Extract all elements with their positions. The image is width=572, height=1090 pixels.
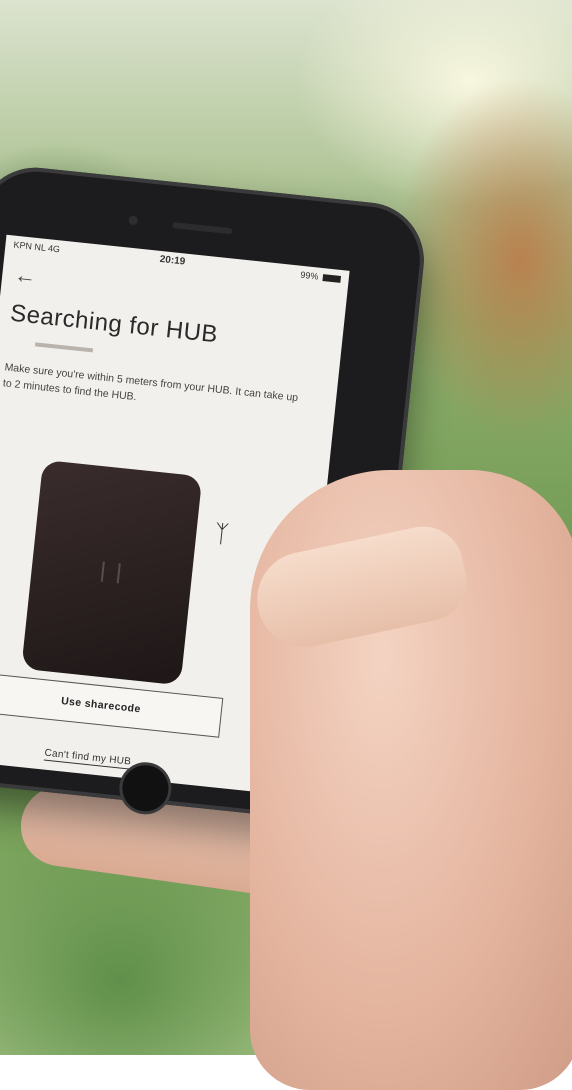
battery-percent: 99% (299, 269, 319, 282)
back-arrow-icon[interactable]: ← (13, 262, 37, 290)
battery-icon (322, 274, 342, 284)
cant-find-hub-link[interactable]: Can't find my HUB (43, 747, 132, 770)
front-camera (128, 215, 139, 226)
clock: 20:19 (159, 253, 186, 268)
hub-device-image (21, 459, 203, 686)
title-underline (35, 342, 94, 353)
use-sharecode-button[interactable]: Use sharecode (0, 672, 224, 738)
carrier-label: KPN NL 4G (13, 239, 61, 255)
instruction-text: Make sure you're within 5 meters from yo… (2, 361, 299, 405)
battery-indicator: 99% (299, 269, 342, 284)
page-title: Searching for HUB (8, 299, 220, 349)
hub-logo (100, 561, 121, 584)
bluetooth-icon: ᛉ (213, 520, 231, 549)
status-bar: KPN NL 4G 20:19 99% (5, 235, 350, 289)
